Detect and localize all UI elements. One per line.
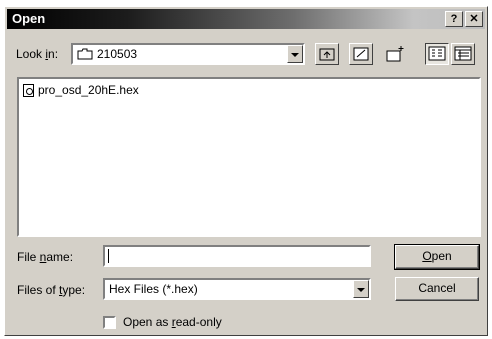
- file-list[interactable]: pro_osd_20hE.hex: [17, 77, 481, 237]
- files-of-type-dropdown[interactable]: Hex Files (*.hex): [103, 278, 371, 300]
- details-view-button[interactable]: [451, 43, 475, 65]
- list-item[interactable]: pro_osd_20hE.hex: [23, 83, 139, 97]
- desktop-button[interactable]: [349, 43, 373, 65]
- open-accel: O: [422, 249, 432, 263]
- dialog-title: Open: [12, 11, 46, 26]
- file-name-label: File name:: [17, 250, 73, 264]
- file-name-label-part: ame:: [46, 250, 74, 264]
- chevron-down-icon[interactable]: [287, 45, 303, 63]
- look-in-label-part: n:: [48, 47, 59, 61]
- text-caret: [108, 249, 109, 263]
- files-of-type-value: Hex Files (*.hex): [109, 282, 198, 296]
- look-in-label-part: Look: [16, 47, 46, 61]
- files-of-type-label-part: ype:: [62, 283, 86, 297]
- up-one-level-button[interactable]: [315, 43, 339, 65]
- chevron-down-icon[interactable]: [353, 280, 369, 298]
- title-bar[interactable]: Open ? ✕: [7, 9, 485, 29]
- new-folder-icon: [386, 46, 404, 62]
- cancel-button[interactable]: Cancel: [395, 277, 479, 301]
- files-of-type-label-part: Files of: [17, 283, 60, 297]
- look-in-dropdown[interactable]: 210503: [71, 43, 305, 65]
- list-view-button[interactable]: [425, 43, 449, 65]
- file-name-text: pro_osd_20hE.hex: [38, 83, 139, 97]
- details-view-icon: [454, 46, 472, 61]
- up-folder-icon: [319, 48, 335, 61]
- look-in-value: 210503: [97, 47, 138, 61]
- folder-icon: [77, 48, 93, 60]
- open-dialog: Open ? ✕ Look in: 210503 pro_osd_20hE.he…: [4, 6, 488, 336]
- read-only-label-part: ead-only: [175, 315, 222, 329]
- list-view-icon: [428, 46, 446, 61]
- files-of-type-label: Files of type:: [17, 283, 85, 297]
- open-label: pen: [431, 249, 452, 263]
- desktop-icon: [353, 47, 369, 61]
- file-name-field[interactable]: [103, 245, 371, 267]
- look-in-label: Look in:: [16, 47, 58, 61]
- close-button[interactable]: ✕: [465, 11, 483, 27]
- hex-file-icon: [23, 83, 34, 97]
- read-only-label-part: Open as: [123, 315, 172, 329]
- read-only-checkbox[interactable]: [103, 316, 116, 329]
- help-button[interactable]: ?: [445, 11, 463, 27]
- file-name-label-part: File: [17, 250, 40, 264]
- read-only-label[interactable]: Open as read-only: [123, 315, 222, 329]
- open-button[interactable]: Open: [394, 244, 480, 270]
- create-new-folder-button[interactable]: [383, 43, 407, 65]
